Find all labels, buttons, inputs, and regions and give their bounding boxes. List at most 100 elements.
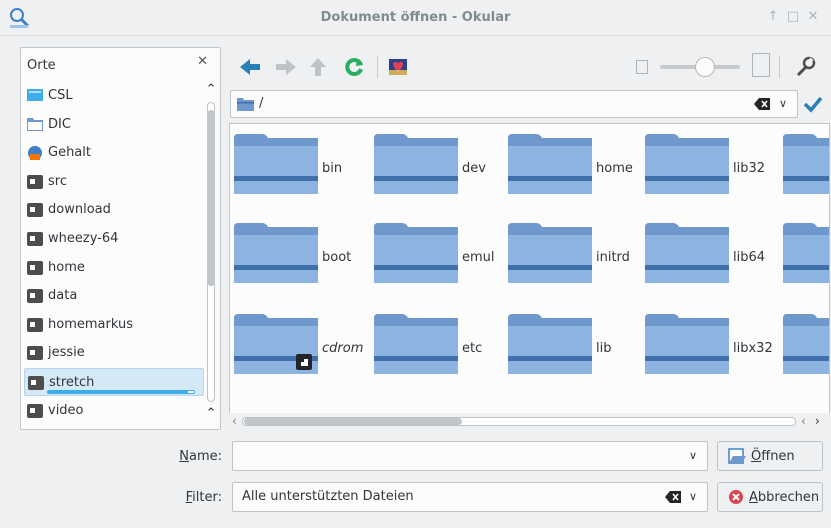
confirm-location-button[interactable]: [799, 91, 827, 117]
file-item[interactable]: [779, 124, 829, 204]
file-name: libx32: [733, 341, 773, 356]
keep-above-button[interactable]: ↑: [765, 9, 781, 25]
preview-button[interactable]: [384, 54, 412, 80]
symlink-icon: [296, 354, 312, 370]
drive-icon: [27, 403, 43, 419]
folder-icon: [783, 314, 829, 374]
place-item-label: download: [48, 202, 111, 218]
open-button[interactable]: Öffnen: [717, 441, 823, 471]
zoom-slider-handle[interactable]: [695, 57, 715, 77]
clear-location-icon[interactable]: [754, 97, 770, 111]
place-item[interactable]: CSL: [24, 82, 204, 110]
place-item[interactable]: homemarkus: [24, 311, 204, 339]
place-item[interactable]: download: [24, 196, 204, 224]
filter-combobox[interactable]: Alle unterstützten Dateien ∨: [232, 482, 708, 512]
filename-dropdown-icon[interactable]: ∨: [689, 449, 697, 462]
scroll-left-end-icon[interactable]: ‹: [801, 414, 806, 428]
disk-usage-bar: [47, 390, 195, 394]
places-title: Orte: [27, 58, 56, 73]
file-item[interactable]: initrd: [504, 213, 644, 293]
place-item[interactable]: video: [24, 397, 204, 425]
toolbar-separator-2: [779, 56, 780, 78]
folder-icon: [783, 223, 829, 283]
file-item[interactable]: etc: [370, 304, 510, 384]
place-item-label: jessie: [48, 345, 85, 361]
scroll-up-icon[interactable]: ⌃: [203, 82, 219, 97]
place-item-label: CSL: [48, 88, 73, 103]
file-item[interactable]: dev: [370, 124, 510, 204]
network-folder-icon: [27, 145, 43, 161]
place-item[interactable]: DIC: [24, 111, 204, 139]
scroll-left-icon[interactable]: ‹: [232, 414, 237, 428]
folder-icon: [374, 223, 458, 283]
places-scrollbar[interactable]: ⌃ ⌃: [203, 80, 219, 428]
scroll-right-icon[interactable]: ›: [815, 414, 820, 428]
file-name: home: [596, 161, 633, 176]
file-item[interactable]: libx32: [641, 304, 781, 384]
file-item[interactable]: lib64: [641, 213, 781, 293]
file-name: initrd: [596, 250, 630, 265]
cancel-button[interactable]: Abbrechen: [717, 482, 823, 512]
checkmark-icon: [803, 96, 823, 113]
files-horizontal-scrollbar[interactable]: ‹ ‹ ›: [229, 413, 830, 431]
location-dropdown-icon[interactable]: ∨: [779, 97, 787, 110]
filename-combobox[interactable]: ∨: [232, 441, 708, 471]
back-button[interactable]: [236, 54, 264, 80]
file-name: bin: [322, 161, 343, 176]
drive-icon: [27, 260, 43, 276]
file-item[interactable]: home: [504, 124, 644, 204]
file-item[interactable]: boot: [230, 213, 370, 293]
folder-icon: [237, 98, 254, 111]
folder-icon: [27, 117, 43, 133]
options-button[interactable]: [791, 54, 819, 80]
toolbar-separator: [377, 56, 378, 78]
drive-icon: [27, 231, 43, 247]
preview-icon: [389, 59, 407, 75]
folder-icon: [374, 134, 458, 194]
place-item[interactable]: data: [24, 282, 204, 310]
parent-folder-button[interactable]: [304, 54, 332, 80]
file-name: cdrom: [322, 341, 364, 356]
clear-filter-icon[interactable]: [665, 490, 681, 504]
filter-dropdown-icon[interactable]: ∨: [689, 490, 697, 503]
place-item[interactable]: home: [24, 254, 204, 282]
place-item[interactable]: stretch: [24, 368, 204, 396]
location-path[interactable]: /: [259, 96, 263, 111]
place-item[interactable]: [24, 425, 204, 429]
close-places-icon[interactable]: ✕: [197, 54, 208, 69]
file-item[interactable]: emul: [370, 213, 510, 293]
scroll-down-icon[interactable]: ⌃: [203, 406, 219, 421]
forward-button[interactable]: [272, 54, 300, 80]
place-item-label: DIC: [48, 116, 71, 132]
file-item[interactable]: bin: [230, 124, 370, 204]
drive-icon: [27, 317, 43, 333]
place-item[interactable]: src: [24, 168, 204, 196]
file-item[interactable]: lib32: [641, 124, 781, 204]
reload-button[interactable]: [340, 54, 368, 80]
file-item[interactable]: [779, 304, 829, 384]
places-scroll-thumb[interactable]: [207, 110, 215, 286]
file-item[interactable]: lib: [504, 304, 644, 384]
place-item[interactable]: wheezy-64: [24, 225, 204, 253]
drive-icon: [27, 174, 43, 190]
filter-label: Filter:: [185, 490, 222, 505]
maximize-button[interactable]: □: [785, 9, 801, 25]
file-item[interactable]: cdrom: [230, 304, 370, 384]
drive-icon: [27, 345, 43, 361]
folder-icon: [508, 223, 592, 283]
file-item[interactable]: [779, 213, 829, 293]
folder-icon: [645, 223, 729, 283]
location-bar[interactable]: / ∨: [230, 90, 798, 118]
file-name: lib64: [733, 250, 766, 265]
folder-icon: [508, 134, 592, 194]
forward-arrow-icon: [276, 59, 296, 75]
close-window-button[interactable]: ✕: [805, 9, 821, 25]
files-scroll-thumb[interactable]: [244, 418, 462, 425]
place-item-label: home: [48, 259, 85, 275]
file-view[interactable]: bin dev home lib32 boot emul initrd lib64 cdrom e…: [229, 123, 830, 430]
folder-icon: [645, 134, 729, 194]
filter-value[interactable]: Alle unterstützten Dateien: [242, 489, 414, 504]
place-item[interactable]: Gehalt: [24, 139, 204, 167]
place-item[interactable]: jessie: [24, 339, 204, 367]
folder-icon: [374, 314, 458, 374]
